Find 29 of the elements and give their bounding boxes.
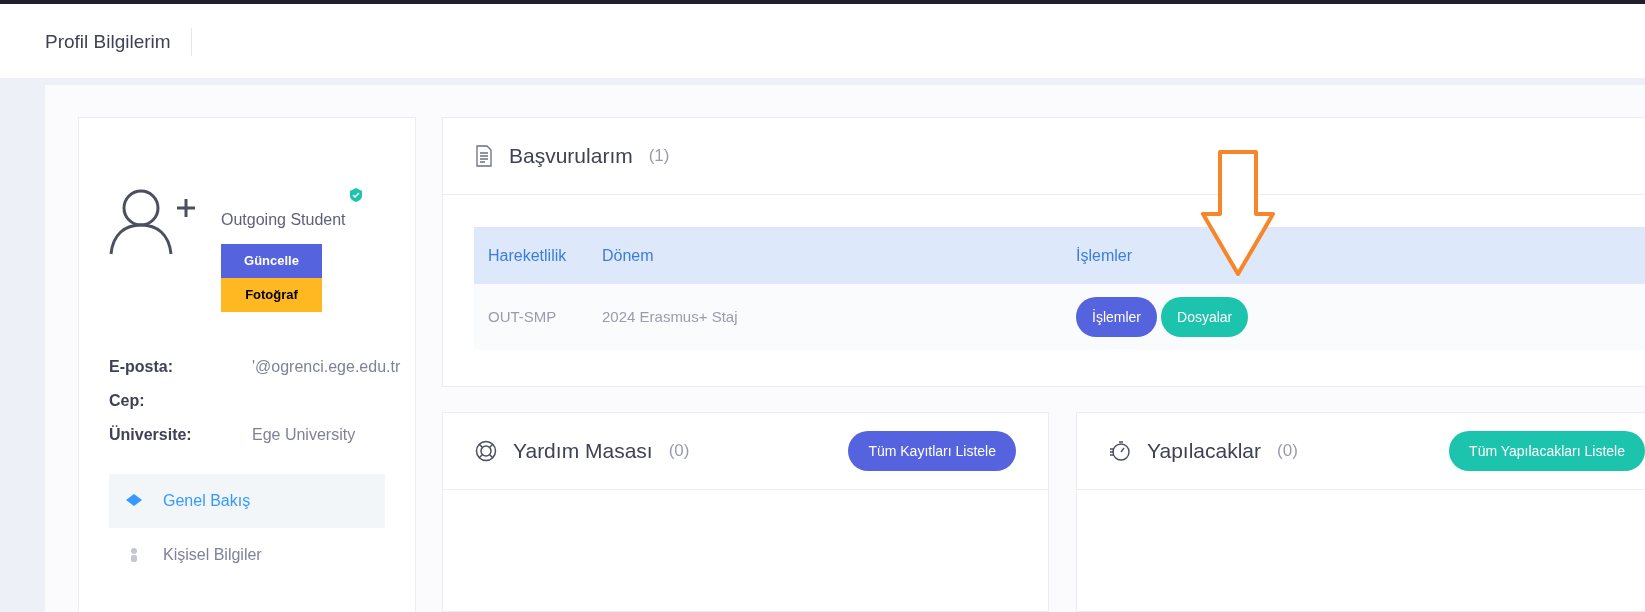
panel-title: Başvurularım (509, 143, 633, 170)
stopwatch-icon (1109, 440, 1131, 462)
field-label: Üniversite: (109, 424, 193, 445)
field-label: E-posta: (109, 357, 174, 377)
document-icon (475, 145, 493, 167)
table-cell-text: OUT-SMP (487, 306, 558, 327)
field-label: Cep: (109, 391, 146, 411)
item-count: (0) (668, 440, 690, 463)
nav-item[interactable]: Genel Bakış (109, 474, 385, 528)
profile-button[interactable]: Fotoğraf (221, 278, 322, 312)
column-header: İşlemler (1076, 245, 1132, 266)
item-count: (0) (1277, 440, 1298, 463)
field-value: '@ogrenci.ege.edu.tr (251, 357, 401, 377)
item-count: (1) (648, 145, 670, 168)
lifebuoy-icon (475, 440, 497, 462)
list-all-button[interactable]: Tüm Kayıtları Listele (848, 431, 1016, 471)
panel-title: Yardım Masası (513, 438, 653, 465)
column-header: Dönem (602, 245, 655, 266)
profile-button[interactable]: Güncelle (221, 244, 322, 278)
user-role: Outgoing Student (221, 210, 346, 230)
row-action-button[interactable]: İşlemler (1076, 297, 1157, 337)
panel-title: Yapılacaklar (1147, 438, 1261, 465)
field-value: Ege University (251, 425, 356, 445)
table-cell-text: 2024 Erasmus+ Staj (602, 306, 739, 327)
layers-icon (125, 493, 143, 509)
page-title: Profil Bilgilerim (45, 27, 192, 57)
nav-item[interactable]: Kişisel Bilgiler (109, 528, 385, 582)
column-header: Hareketlilik (487, 245, 568, 266)
add-user-icon (109, 188, 197, 256)
